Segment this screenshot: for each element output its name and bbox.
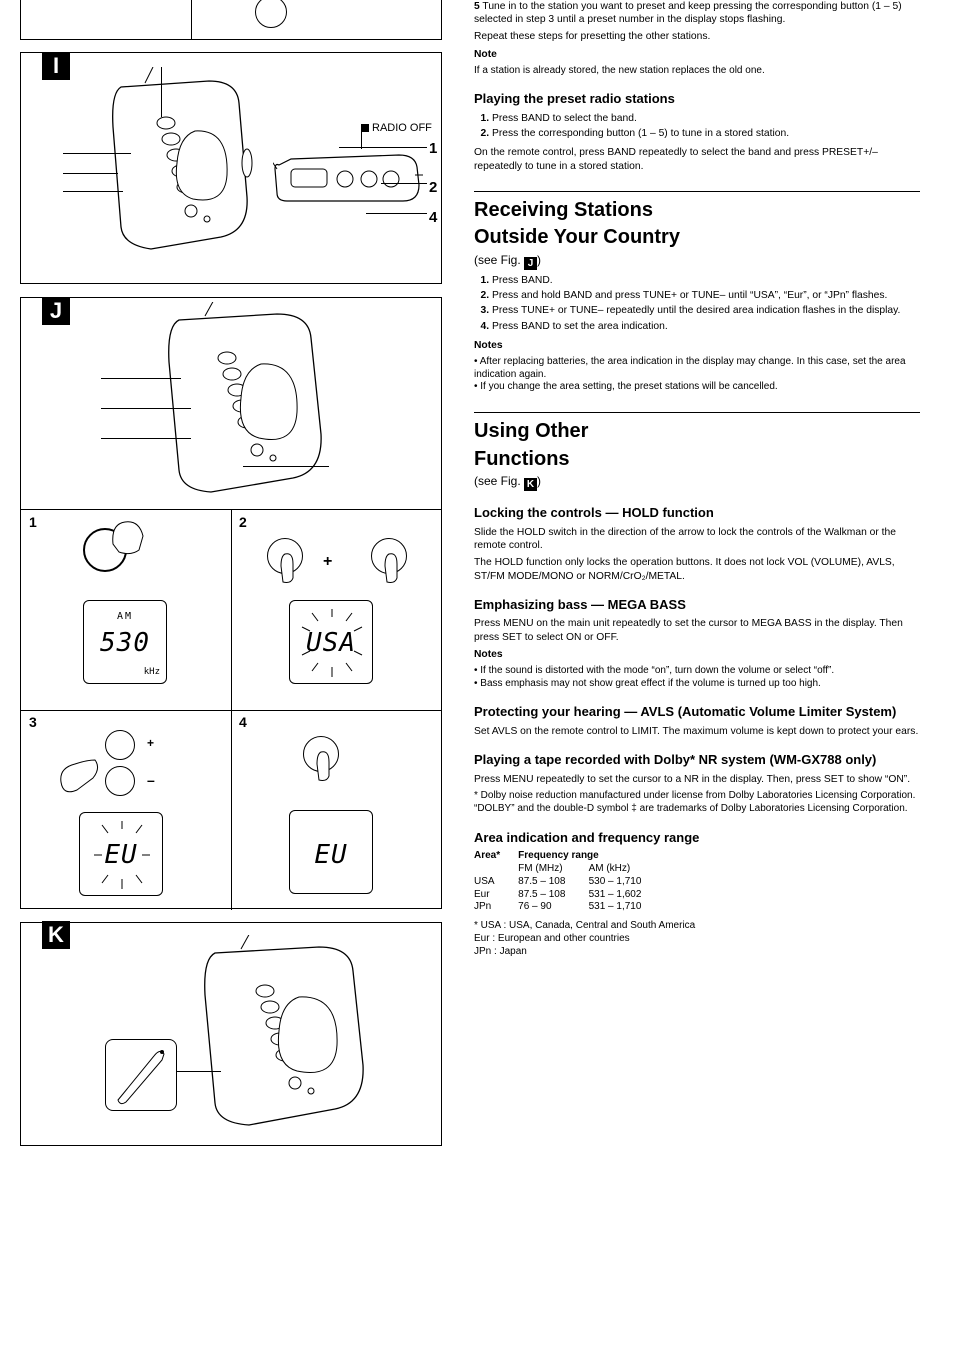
detail-callout xyxy=(105,1039,177,1111)
area-step-3: Press TUNE+ or TUNE– repeatedly until th… xyxy=(492,304,920,317)
step-cell-1: 1 AM 530 kHz xyxy=(21,510,231,710)
lcd-am: AM xyxy=(84,611,166,624)
figure-J: 1 AM 530 kHz 2 USA xyxy=(20,297,442,909)
step-cell-3: 3 + – EU xyxy=(21,710,231,910)
step-number: 3 xyxy=(29,714,37,732)
figure-tag-I: I xyxy=(42,52,70,80)
lcd-display: AM 530 kHz xyxy=(83,600,167,684)
figure-I: RADIO OFF 1 2 4 xyxy=(20,52,442,284)
hold-title: Locking the controls — HOLD function xyxy=(474,505,920,522)
play-preset-title: Playing the preset radio stations xyxy=(474,91,920,108)
lcd-val: 530 xyxy=(84,627,166,660)
th-freq: Frequency range xyxy=(518,850,641,863)
text-column: 5 Tune in to the station you want to pre… xyxy=(474,0,920,963)
hand-icon xyxy=(109,516,149,556)
inline-tag-K: K xyxy=(524,478,537,491)
step-5-text: Tune in to the station you want to prese… xyxy=(474,1,902,25)
dolby-title: Playing a tape recorded with Dolby* NR s… xyxy=(474,752,920,769)
area-step-2: Press and hold BAND and press TUNE+ or T… xyxy=(492,289,920,302)
stub-panel xyxy=(20,0,442,40)
megabass-title: Emphasizing bass — MEGA BASS xyxy=(474,597,920,614)
callout-2: 2 xyxy=(429,178,437,197)
flash-rays-icon xyxy=(80,813,164,897)
callout-1: 1 xyxy=(429,139,437,158)
receiving-title-2: Outside Your Country xyxy=(474,225,920,251)
area-table-footnote: * USA : USA, Canada, Central and South A… xyxy=(474,920,920,958)
note-heading: Note xyxy=(474,49,497,60)
step-number: 4 xyxy=(239,714,247,732)
play-step-2: Press the corresponding button (1 – 5) t… xyxy=(492,127,920,140)
tune-plus-button-icon xyxy=(105,730,135,760)
step-cell-2: 2 USA xyxy=(231,510,441,710)
see-fig-J: (see Fig. J) xyxy=(474,253,920,270)
th-fm: FM (MHz) xyxy=(518,863,588,876)
device-illustration xyxy=(145,302,335,502)
lcd-val: EU xyxy=(290,839,372,872)
note-body: If a station is already stored, the new … xyxy=(474,65,920,78)
pen-icon xyxy=(106,1040,178,1112)
megabass-note-1: If the sound is distorted with the mode … xyxy=(474,665,920,678)
lcd-display: EU xyxy=(289,810,373,894)
area-note-2: If you change the area setting, the pres… xyxy=(474,381,920,394)
step-cell-4: 4 EU xyxy=(231,710,441,910)
figure-tag-J: J xyxy=(42,297,70,325)
plus-label: + xyxy=(147,736,154,751)
megabass-note-2: Bass emphasis may not show great effect … xyxy=(474,678,920,691)
finger-icon xyxy=(275,552,301,586)
step-number-5: 5 xyxy=(474,1,480,12)
additional-title-2: Functions xyxy=(474,447,920,473)
receiving-title-1: Receiving Stations xyxy=(474,198,920,224)
table-row: Eur 87.5 – 108 531 – 1,602 xyxy=(474,889,641,902)
device-illustration xyxy=(91,67,261,257)
inline-tag-J: J xyxy=(524,257,537,270)
play-step-1: Press BAND to select the band. xyxy=(492,112,920,125)
area-table-title: Area indication and frequency range xyxy=(474,830,920,847)
minus-label: – xyxy=(147,772,155,790)
table-row: USA 87.5 – 108 530 – 1,710 xyxy=(474,876,641,889)
step-number: 2 xyxy=(239,514,247,532)
th-am: AM (kHz) xyxy=(589,863,642,876)
figure-K xyxy=(20,922,442,1146)
plus-icon: + xyxy=(323,552,332,572)
megabass-notes-head: Notes xyxy=(474,649,503,660)
radio-off-label: RADIO OFF xyxy=(361,121,432,135)
hold-body: Slide the HOLD switch in the direction o… xyxy=(474,526,920,552)
hand-icon xyxy=(57,754,101,798)
megabass-body: Press MENU on the main unit repeatedly t… xyxy=(474,617,920,643)
callout-4: 4 xyxy=(429,208,437,227)
section-divider xyxy=(474,191,920,192)
finger-icon xyxy=(311,750,337,784)
additional-title-1: Using Other xyxy=(474,419,920,445)
lcd-khz: kHz xyxy=(144,667,160,679)
area-step-4: Press BAND to set the area indication. xyxy=(492,320,920,333)
th-area: Area* xyxy=(474,850,518,863)
table-row: JPn 76 – 90 531 – 1,710 xyxy=(474,901,641,914)
device-illustration xyxy=(179,935,379,1135)
area-frequency-table: Area* Frequency range FM (MHz) AM (kHz) … xyxy=(474,850,641,914)
dolby-footnote: * Dolby noise reduction manufactured und… xyxy=(474,790,920,816)
lcd-display: EU xyxy=(79,812,163,896)
finger-icon xyxy=(379,552,405,586)
avls-body: Set AVLS on the remote control to LIMIT.… xyxy=(474,725,920,738)
avls-title: Protecting your hearing — AVLS (Automati… xyxy=(474,704,920,721)
lcd-display: USA xyxy=(289,600,373,684)
dolby-body: Press MENU repeatedly to set the cursor … xyxy=(474,773,920,786)
step-5-repeat: Repeat these steps for presetting the ot… xyxy=(474,30,920,43)
step-number: 1 xyxy=(29,514,37,532)
play-remote-note: On the remote control, press BAND repeat… xyxy=(474,146,920,172)
notes-heading: Notes xyxy=(474,340,503,351)
tune-minus-button-icon xyxy=(105,766,135,796)
see-fig-K: (see Fig. K) xyxy=(474,474,920,491)
remote-illustration xyxy=(273,145,423,233)
hold-body2: The HOLD function only locks the operati… xyxy=(474,556,920,582)
figure-tag-K: K xyxy=(42,921,70,949)
area-note-1: After replacing batteries, the area indi… xyxy=(474,356,920,382)
area-step-1: Press BAND. xyxy=(492,274,920,287)
flash-rays-icon xyxy=(290,601,374,685)
section-divider xyxy=(474,412,920,413)
figures-column: I xyxy=(20,0,442,1146)
